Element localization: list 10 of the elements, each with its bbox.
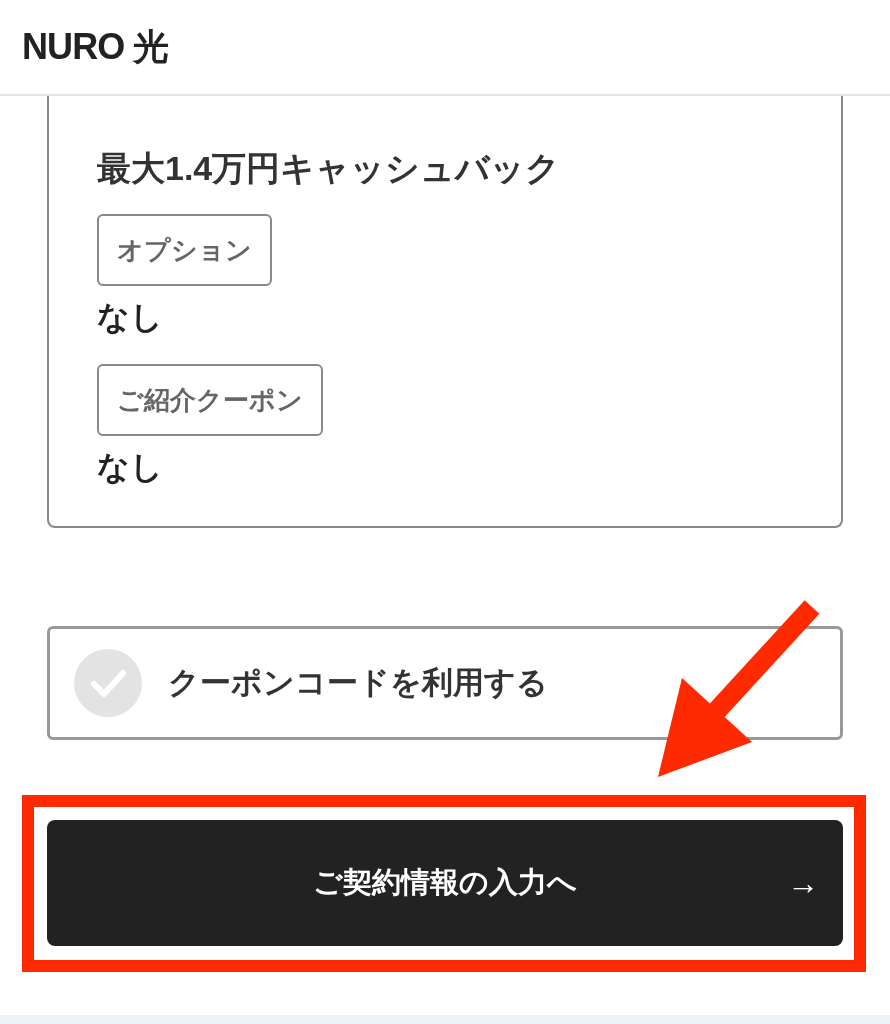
field-value: なし xyxy=(97,448,164,487)
next-button[interactable]: ご契約情報の入力へ → xyxy=(47,820,843,946)
plan-title: 最大1.4万円キャッシュバック xyxy=(97,148,562,189)
field-tag: オプション xyxy=(97,214,272,286)
coupon-checkbox[interactable]: クーポンコードを利用する xyxy=(47,626,843,740)
coupon-label: クーポンコードを利用する xyxy=(168,663,548,702)
field-value: なし xyxy=(97,298,164,337)
arrow-icon: → xyxy=(787,859,819,907)
logo[interactable]: NURO 光 xyxy=(22,20,169,74)
field-tag: ご紹介クーポン xyxy=(97,364,323,436)
